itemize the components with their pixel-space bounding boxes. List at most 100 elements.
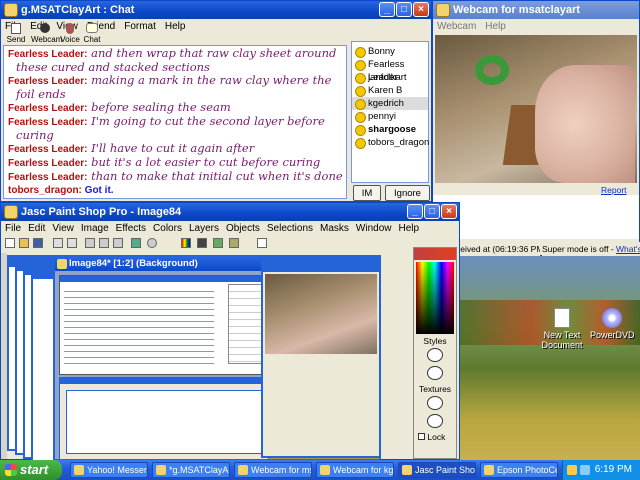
- system-tray: 6:19 PM: [562, 460, 640, 480]
- save-icon[interactable]: [33, 238, 43, 248]
- styles-swatch[interactable]: [427, 348, 443, 362]
- close-button[interactable]: ×: [441, 204, 457, 219]
- buddy-item[interactable]: Karen B: [352, 84, 428, 97]
- menu-help[interactable]: Help: [165, 19, 186, 35]
- buddy-item[interactable]: kgedrich: [352, 97, 428, 110]
- chat-message: Fearless Leader: I'll have to cut it aga…: [8, 141, 255, 156]
- menu-webcam[interactable]: Webcam: [437, 19, 476, 35]
- chat-transcript[interactable]: Fearless Leader: and then wrap that raw …: [3, 45, 347, 199]
- materials-palette: Styles Textures Lock: [413, 247, 457, 459]
- im-button[interactable]: IM: [353, 185, 381, 201]
- taskbar-item-webcam-kg[interactable]: Webcam for kg...: [316, 462, 394, 478]
- super-mode-status: Super mode is off - What's this?: [542, 242, 640, 256]
- taskbar-item-psp[interactable]: Jasc Paint Shop...: [398, 462, 476, 478]
- psp-app-icon: [4, 205, 18, 219]
- textures-swatch[interactable]: [427, 396, 443, 410]
- buddy-item[interactable]: Fearless Leader: [352, 58, 428, 83]
- received-status: ceived at (06:19:36 PM): [456, 242, 540, 256]
- webcam-titlebar[interactable]: Webcam for msatclayart: [433, 1, 639, 19]
- webcam-icon: [40, 23, 50, 33]
- buddy-item[interactable]: janfolkart: [352, 71, 428, 84]
- undo-icon[interactable]: [53, 238, 63, 248]
- ignore-user-button[interactable]: Ignore User: [385, 185, 430, 215]
- taskbar: start Yahoo! Messen... *g.MSATClayAr... …: [0, 460, 640, 480]
- send-file-icon: [11, 23, 21, 34]
- maximize-button[interactable]: □: [424, 204, 440, 219]
- menu-help[interactable]: Help: [485, 19, 506, 35]
- buddy-item[interactable]: shargoose: [352, 123, 428, 136]
- secondary-image: [265, 274, 377, 354]
- chat-message: tobors_dragon: Got it.: [8, 185, 114, 196]
- zoom-icon[interactable]: [147, 238, 157, 248]
- lock-checkbox[interactable]: [418, 433, 425, 440]
- paste-icon[interactable]: [113, 238, 123, 248]
- maximize-button[interactable]: □: [396, 2, 412, 17]
- open-icon[interactable]: [19, 238, 29, 248]
- buddy-list[interactable]: Bonny Fearless Leader janfolkart Karen B…: [351, 41, 429, 183]
- styles-label: Styles: [423, 336, 447, 346]
- close-button[interactable]: ×: [413, 2, 429, 17]
- send-file-button[interactable]: Send File: [1, 21, 31, 53]
- taskbar-item-epson[interactable]: Epson PhotoCe...: [480, 462, 558, 478]
- chat-button[interactable]: Chat: [81, 21, 103, 47]
- chat-message: Fearless Leader: but it's a lot easier t…: [8, 155, 321, 170]
- webcam-button[interactable]: Webcam: [31, 21, 62, 47]
- secondary-titlebar[interactable]: [263, 260, 379, 272]
- buddy-item[interactable]: Bonny: [352, 45, 428, 58]
- chat-message: Fearless Leader: and then wrap that raw …: [8, 46, 337, 74]
- clock[interactable]: 6:19 PM: [595, 464, 632, 475]
- cut-icon[interactable]: [85, 238, 95, 248]
- taskbar-item-webcam-ms[interactable]: Webcam for ms...: [234, 462, 312, 478]
- voice-icon: [66, 23, 74, 34]
- webcam-menubar: Webcam Help: [433, 19, 639, 35]
- video-hand: [535, 65, 635, 183]
- color-palette-icon[interactable]: [181, 238, 191, 248]
- lock-checkbox-row[interactable]: Lock: [414, 432, 456, 442]
- chat-message: Fearless Leader: I'm going to cut the se…: [8, 114, 325, 142]
- taskbar-item-yahoo[interactable]: Yahoo! Messen...: [70, 462, 148, 478]
- video-tape-roll: [475, 55, 509, 85]
- voice-button[interactable]: Voice: [59, 21, 81, 47]
- chat-message: Fearless Leader: than to make that initi…: [8, 169, 343, 184]
- minimize-button[interactable]: _: [407, 204, 423, 219]
- copy-icon[interactable]: [99, 238, 109, 248]
- histogram-icon[interactable]: [197, 238, 207, 248]
- buddy-item[interactable]: tobors_dragon: [352, 136, 429, 149]
- tray-icon[interactable]: [580, 465, 590, 475]
- tray-icon[interactable]: [567, 465, 577, 475]
- psp-toolbar: [1, 235, 459, 251]
- textures-label: Textures: [418, 384, 452, 394]
- webcam-window: Webcam for msatclayart Webcam Help Repor…: [432, 0, 640, 256]
- desktop-icon-powerdvd[interactable]: PowerDVD: [590, 308, 635, 340]
- webcam-video: [435, 35, 637, 183]
- tool-icon[interactable]: [229, 238, 239, 248]
- new-icon[interactable]: [5, 238, 15, 248]
- windows-logo-icon: [5, 464, 17, 476]
- textures-swatch-2[interactable]: [427, 414, 443, 428]
- dvd-icon: [602, 308, 622, 328]
- mini-chat-thumbnail: [59, 275, 269, 375]
- chat-message: Fearless Leader: making a mark in the ra…: [8, 73, 332, 101]
- browse-icon[interactable]: [131, 238, 141, 248]
- palette-header: [414, 248, 456, 260]
- menu-format[interactable]: Format: [124, 19, 156, 35]
- minimize-button[interactable]: _: [379, 2, 395, 17]
- chat-window: g.MSATClayArt : Chat _ □ × File Edit Vie…: [0, 0, 432, 215]
- redo-icon[interactable]: [67, 238, 77, 248]
- buddy-item[interactable]: pennyi: [352, 110, 428, 123]
- desktop-icon-text-doc[interactable]: New Text Document: [540, 308, 584, 350]
- webcam-status-area: [433, 195, 639, 239]
- chat-message: Fearless Leader: before sealing the seam: [8, 100, 231, 115]
- chat-titlebar[interactable]: g.MSATClayArt : Chat _ □ ×: [1, 1, 431, 19]
- text-doc-icon: [554, 308, 570, 328]
- psp-titlebar[interactable]: Jasc Paint Shop Pro - Image84 _ □ ×: [1, 203, 459, 221]
- image-window-secondary[interactable]: [261, 258, 381, 458]
- taskbar-item-chat[interactable]: *g.MSATClayAr...: [152, 462, 230, 478]
- styles-swatch-2[interactable]: [427, 366, 443, 380]
- image-icon: [57, 259, 67, 269]
- layer-icon[interactable]: [213, 238, 223, 248]
- start-button[interactable]: start: [0, 460, 62, 480]
- help-icon[interactable]: [257, 238, 267, 248]
- whats-this-link[interactable]: What's this?: [616, 244, 640, 254]
- color-spectrum[interactable]: [416, 262, 454, 334]
